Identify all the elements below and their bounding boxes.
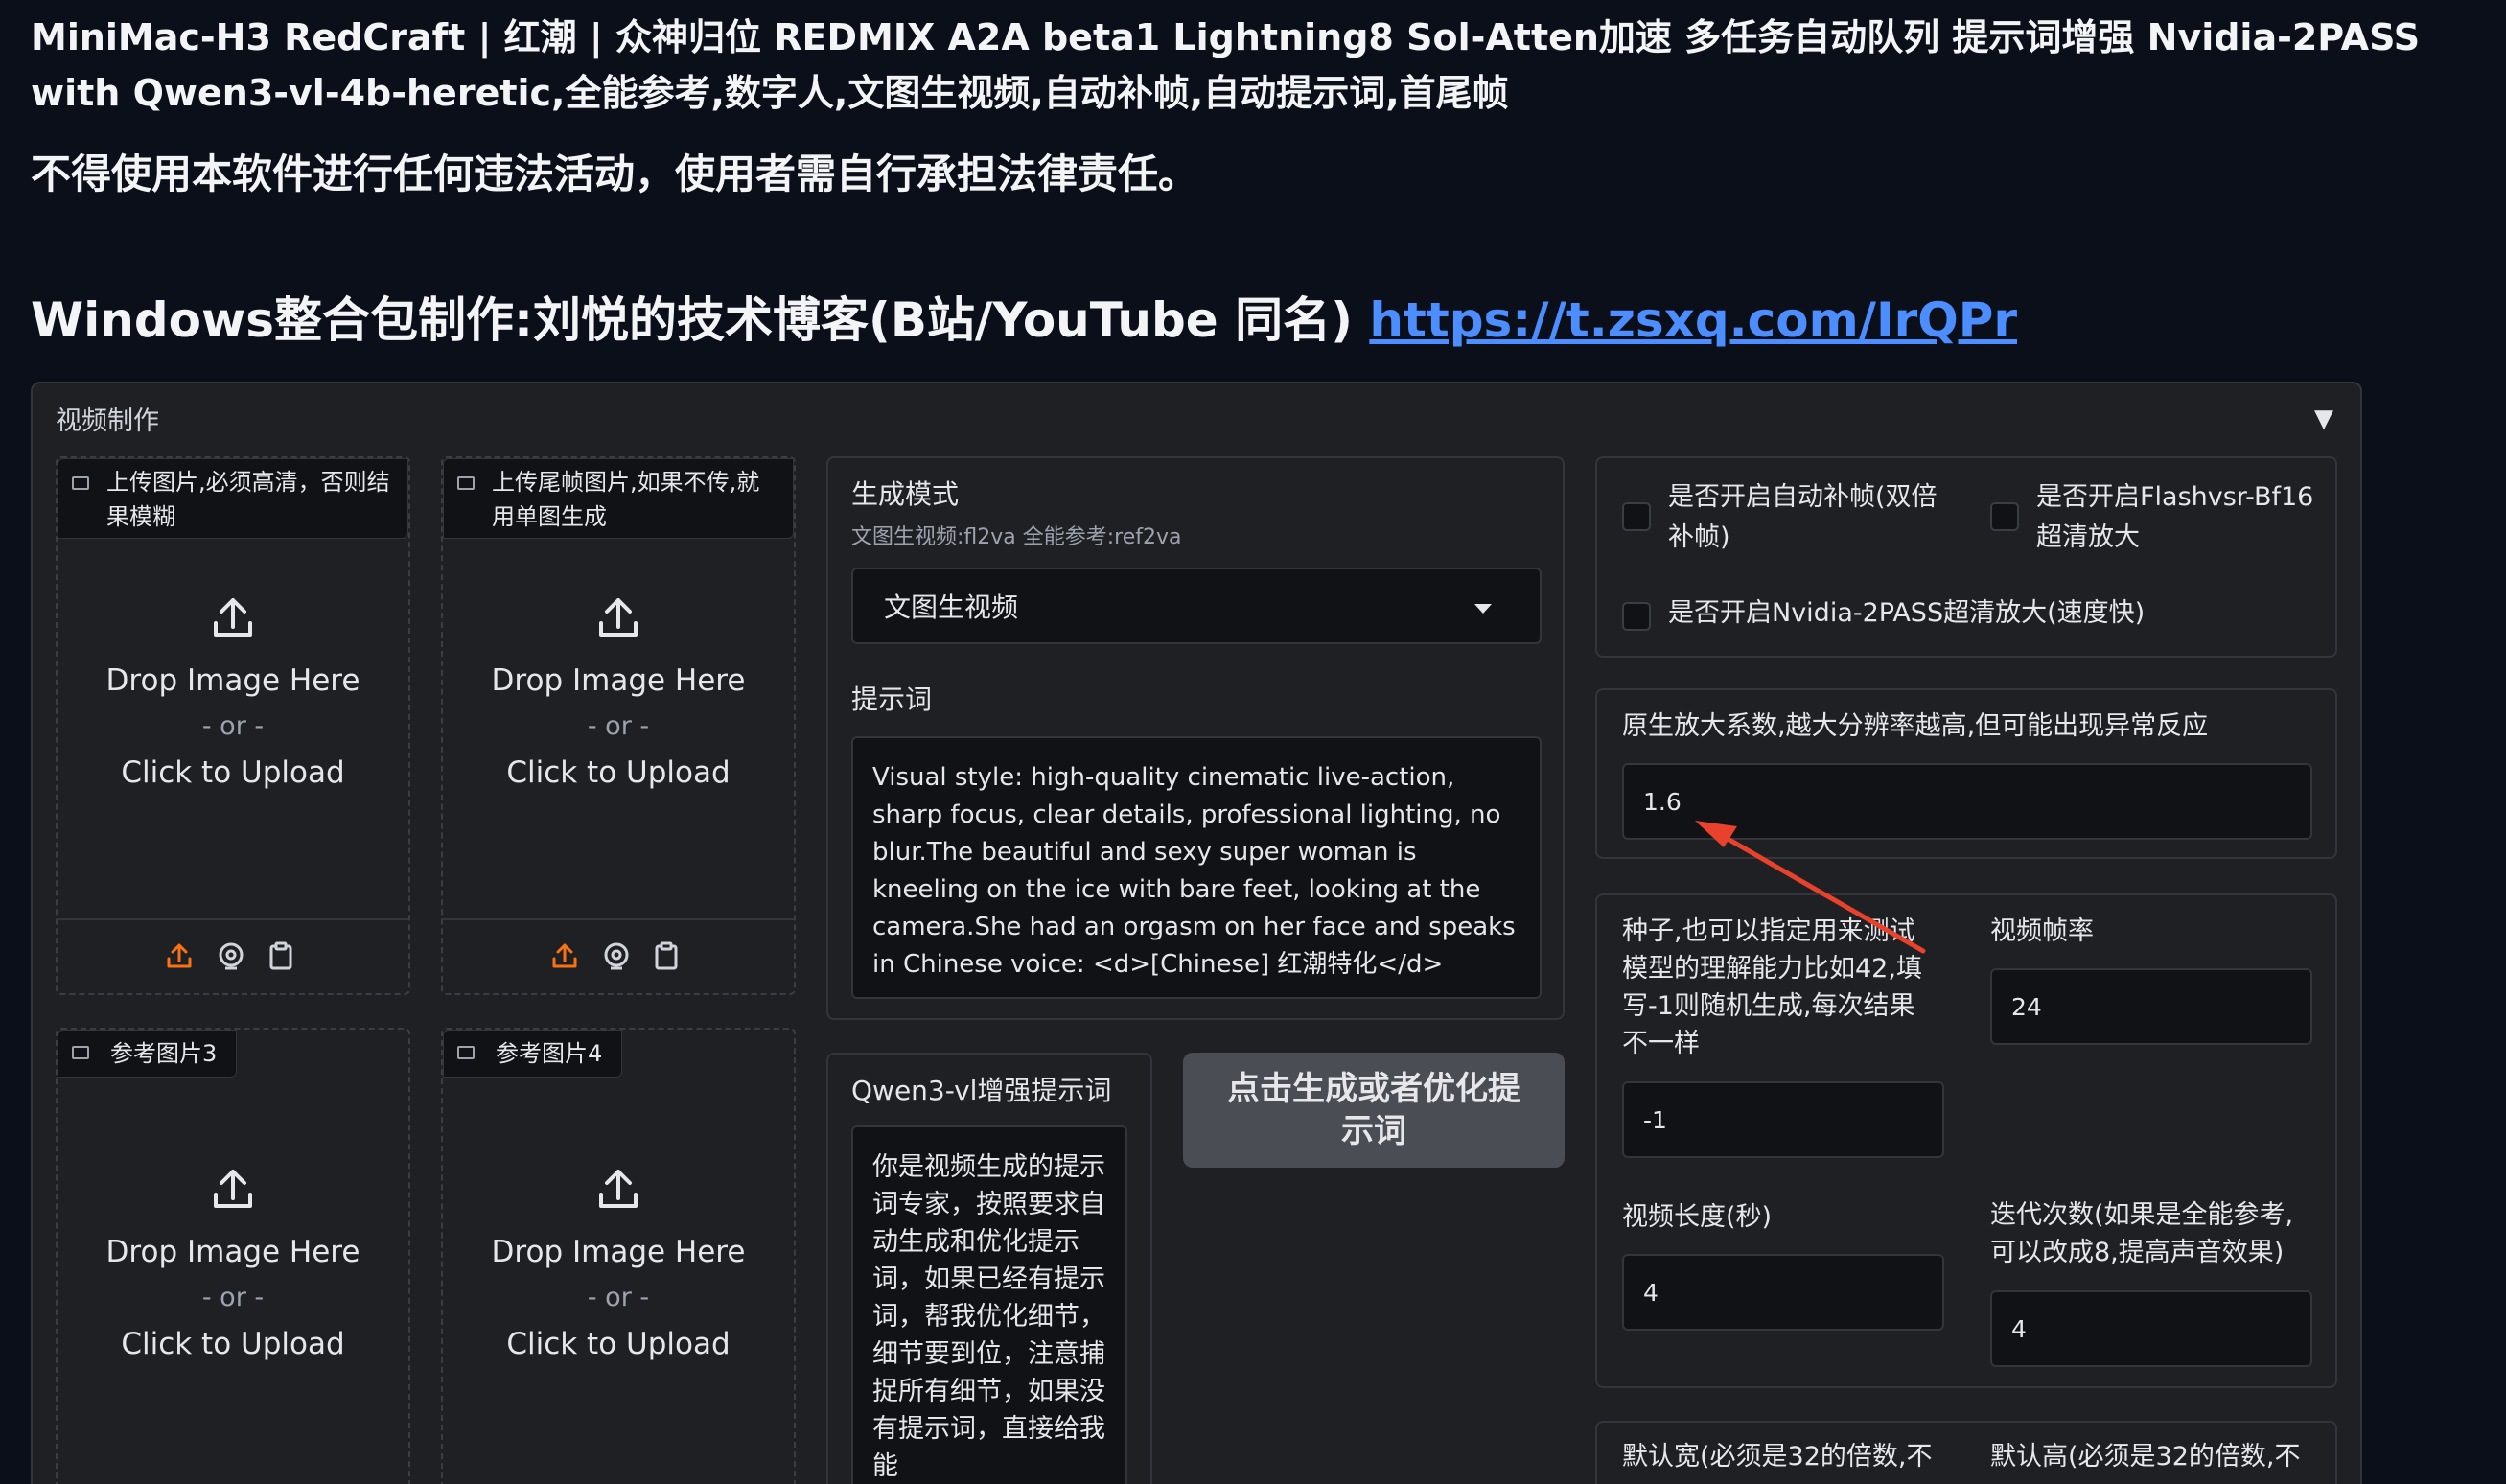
click-text: Click to Upload bbox=[506, 755, 731, 790]
checkbox-label-flashvsr: 是否开启Flashvsr-Bf16超清放大 bbox=[2036, 482, 2314, 552]
upload-label-text: 上传尾帧图片,如果不传,就用单图生成 bbox=[492, 469, 760, 530]
mode-label: 生成模式 bbox=[851, 478, 960, 510]
or-text: - or - bbox=[587, 1283, 650, 1312]
upload-label-4: 参考图片4 bbox=[443, 1030, 623, 1078]
width-label: 默认宽(必须是32的倍数,不 bbox=[1622, 1442, 1933, 1472]
webcam-icon[interactable] bbox=[217, 941, 245, 970]
qwen-textarea[interactable]: 你是视频生成的提示词专家，按照要求自动生成和优化提示词，如果已经有提示词，帮我优… bbox=[851, 1125, 1127, 1484]
drop-text: Drop Image Here bbox=[105, 663, 360, 698]
upload-file-icon[interactable] bbox=[550, 941, 579, 970]
drop-zone-2[interactable]: Drop Image Here - or - Click to Upload bbox=[443, 594, 794, 796]
upload-toolbar-1 bbox=[58, 918, 408, 993]
image-icon bbox=[457, 1046, 475, 1059]
upload-label-1: 上传图片,必须高清，否则结果模糊 bbox=[58, 458, 408, 539]
steps-label: 迭代次数(如果是全能参考,可以改成8,提高声音效果) bbox=[1990, 1200, 2294, 1267]
checkbox-label-interp: 是否开启自动补帧(双倍补帧) bbox=[1668, 482, 1938, 552]
upload-toolbar-2 bbox=[443, 918, 794, 993]
upload-icon bbox=[599, 1170, 638, 1208]
author-text: Windows整合包制作:刘悦的技术博客(B站/YouTube 同名) bbox=[31, 292, 1353, 348]
upload-label-2: 上传尾帧图片,如果不传,就用单图生成 bbox=[443, 458, 794, 539]
prompt-label: 提示词 bbox=[851, 684, 933, 715]
collapse-toggle-icon[interactable]: ▼ bbox=[2314, 405, 2333, 433]
clipboard-icon[interactable] bbox=[267, 941, 295, 970]
click-text: Click to Upload bbox=[121, 1327, 345, 1361]
app-title: MiniMac-H3 RedCraft | 红潮 | 众神归位 REDMIX A… bbox=[31, 16, 2421, 114]
generate-button[interactable]: 点击生成或者优化提示词 bbox=[1183, 1053, 1565, 1168]
drop-zone-1[interactable]: Drop Image Here - or - Click to Upload bbox=[58, 594, 408, 796]
click-text: Click to Upload bbox=[506, 1327, 731, 1361]
upload-label-3: 参考图片3 bbox=[58, 1030, 238, 1078]
length-label: 视频长度(秒) bbox=[1622, 1202, 1773, 1232]
upload-icon bbox=[214, 598, 252, 637]
upload-label-text: 参考图片4 bbox=[496, 1040, 603, 1067]
fps-label: 视频帧率 bbox=[1990, 916, 2094, 946]
checkbox-frame-interp[interactable] bbox=[1622, 502, 1651, 531]
length-input[interactable]: 4 bbox=[1622, 1254, 1944, 1331]
drop-text: Drop Image Here bbox=[105, 1235, 360, 1269]
image-icon bbox=[72, 1046, 89, 1059]
drop-zone-3[interactable]: Drop Image Here - or - Click to Upload bbox=[58, 1166, 408, 1367]
fps-input[interactable]: 24 bbox=[1990, 968, 2312, 1045]
height-label: 默认高(必须是32的倍数,不 bbox=[1990, 1442, 2301, 1472]
drop-zone-4[interactable]: Drop Image Here - or - Click to Upload bbox=[443, 1166, 794, 1367]
or-text: - or - bbox=[201, 1283, 265, 1312]
checkbox-flashvsr[interactable] bbox=[1990, 502, 2019, 531]
prompt-textarea[interactable]: Visual style: high-quality cinematic liv… bbox=[851, 736, 1542, 999]
steps-input[interactable]: 4 bbox=[1990, 1290, 2312, 1367]
upload-label-text: 参考图片3 bbox=[110, 1040, 218, 1067]
or-text: - or - bbox=[201, 711, 265, 741]
author-line: Windows整合包制作:刘悦的技术博客(B站/YouTube 同名) http… bbox=[31, 286, 2017, 355]
seed-label: 种子,也可以指定用来测试模型的理解能力比如42,填写-1则随机生成,每次结果不一… bbox=[1622, 916, 1922, 1058]
qwen-label: Qwen3-vl增强提示词 bbox=[851, 1075, 1112, 1106]
checkbox-nvidia[interactable] bbox=[1622, 602, 1651, 631]
panel-title: 视频制作 bbox=[56, 406, 159, 436]
scale-input[interactable]: 1.6 bbox=[1622, 763, 2312, 840]
author-link[interactable]: https://t.zsxq.com/IrQPr bbox=[1369, 292, 2017, 348]
seed-input[interactable]: -1 bbox=[1622, 1081, 1944, 1158]
image-icon bbox=[457, 476, 475, 490]
drop-text: Drop Image Here bbox=[491, 1235, 746, 1269]
scale-label: 原生放大系数,越大分辨率越高,但可能出现异常反应 bbox=[1622, 711, 2209, 741]
mode-select[interactable]: 文图生视频 bbox=[851, 568, 1542, 644]
upload-label-text: 上传图片,必须高清，否则结果模糊 bbox=[106, 469, 390, 530]
upload-icon bbox=[214, 1170, 252, 1208]
drop-text: Drop Image Here bbox=[491, 663, 746, 698]
upload-file-icon[interactable] bbox=[165, 941, 194, 970]
chevron-down-icon bbox=[1474, 604, 1492, 614]
clipboard-icon[interactable] bbox=[652, 941, 681, 970]
webcam-icon[interactable] bbox=[602, 941, 631, 970]
checkbox-label-nvidia: 是否开启Nvidia-2PASS超清放大(速度快) bbox=[1668, 598, 2146, 628]
mode-sublabel: 文图生视频:fl2va 全能参考:ref2va bbox=[851, 525, 1182, 549]
legal-warning: 不得使用本软件进行任何违法活动，使用者需自行承担法律责任。 bbox=[31, 151, 1199, 197]
mode-selected-value: 文图生视频 bbox=[884, 591, 1019, 623]
image-icon bbox=[72, 476, 89, 490]
or-text: - or - bbox=[587, 711, 650, 741]
click-text: Click to Upload bbox=[121, 755, 345, 790]
upload-icon bbox=[599, 598, 638, 637]
